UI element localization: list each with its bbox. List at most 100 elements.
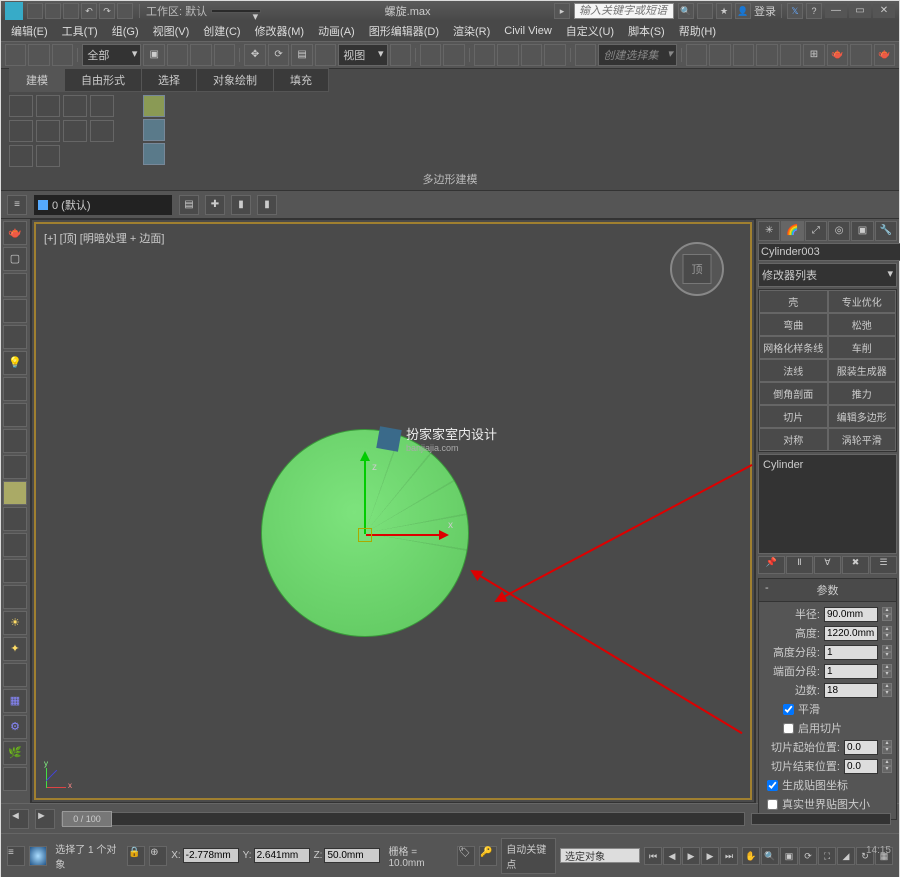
radius-down[interactable]: ▾ (882, 614, 892, 621)
menu-modifiers[interactable]: 修改器(M) (249, 21, 311, 41)
unique-icon[interactable]: ∀ (814, 556, 841, 574)
modifier-list-dropdown[interactable]: 修改器列表 (758, 263, 897, 287)
rib-border-icon[interactable] (63, 95, 87, 117)
align-icon[interactable] (709, 44, 730, 66)
select-region-icon[interactable] (190, 44, 211, 66)
layers-icon[interactable] (733, 44, 754, 66)
login-link[interactable]: 登录 (754, 3, 776, 19)
rib-hl3-icon[interactable] (143, 143, 165, 165)
render-icon[interactable]: 🫖 (874, 44, 895, 66)
window-crossing-icon[interactable] (214, 44, 235, 66)
height-input[interactable]: 1220.0mm (824, 626, 878, 641)
mod-normal[interactable]: 法线 (759, 359, 828, 382)
pin-stack-icon[interactable]: 📌 (758, 556, 785, 574)
grid-icon[interactable]: ▦ (3, 689, 27, 713)
rib-b10-icon[interactable] (36, 145, 60, 167)
slicefrom-input[interactable]: 0.0 (844, 740, 878, 755)
tag-icon[interactable]: 🏷 (457, 846, 475, 866)
rib-b7-icon[interactable] (63, 120, 87, 142)
menu-help[interactable]: 帮助(H) (673, 21, 722, 41)
menu-render[interactable]: 渲染(R) (447, 21, 496, 41)
tube-icon[interactable] (3, 325, 27, 349)
rib-b8-icon[interactable] (90, 120, 114, 142)
params-header[interactable]: 参数 (759, 579, 896, 602)
stack-cylinder[interactable]: Cylinder (761, 457, 894, 473)
timeline-next-icon[interactable]: ► (35, 809, 55, 829)
info-icon[interactable]: ▸ (554, 3, 570, 19)
snap-icon[interactable] (474, 44, 495, 66)
sides-up[interactable]: ▴ (882, 683, 892, 690)
pctsnap-icon[interactable] (521, 44, 542, 66)
search-icon[interactable]: 🔍 (678, 3, 694, 19)
cseg-input[interactable]: 1 (824, 664, 878, 679)
ribbon-tab-objectpaint[interactable]: 对象绘制 (196, 68, 274, 92)
foot-icon[interactable] (3, 767, 27, 791)
height-up[interactable]: ▴ (882, 626, 892, 633)
remove-mod-icon[interactable]: ✖ (842, 556, 869, 574)
area-icon[interactable] (3, 663, 27, 687)
menu-group[interactable]: 组(G) (106, 21, 145, 41)
rib-hl2-icon[interactable] (143, 119, 165, 141)
workspace-dropdown[interactable] (211, 9, 261, 13)
unlink-icon[interactable] (28, 44, 49, 66)
rib-poly-icon[interactable] (90, 95, 114, 117)
plane-icon[interactable] (3, 481, 27, 505)
prev-frame-icon[interactable]: ◀ (663, 847, 681, 865)
render-frame-icon[interactable] (850, 44, 871, 66)
curve-editor-icon[interactable] (756, 44, 777, 66)
hseg-up[interactable]: ▴ (882, 645, 892, 652)
manip-icon[interactable] (420, 44, 441, 66)
next-frame-icon[interactable]: ▶ (701, 847, 719, 865)
mod-meshspline[interactable]: 网格化样条线 (759, 336, 828, 359)
close-button[interactable]: ✕ (873, 4, 895, 18)
layer-b-icon[interactable]: ▮ (257, 195, 277, 215)
mod-relax[interactable]: 松弛 (828, 313, 897, 336)
rib-hl1-icon[interactable] (143, 95, 165, 117)
menu-customize[interactable]: 自定义(U) (560, 21, 620, 41)
spark-icon[interactable]: ✦ (3, 637, 27, 661)
redo-icon[interactable]: ↷ (99, 3, 115, 19)
time-thumb[interactable]: 0 / 100 (62, 811, 112, 827)
move-icon[interactable]: ✥ (244, 44, 265, 66)
add-icon[interactable]: ✚ (205, 195, 225, 215)
layermgr-icon[interactable]: ▤ (179, 195, 199, 215)
maximize-icon[interactable]: ⛶ (818, 847, 836, 865)
configure-icon[interactable]: ☰ (870, 556, 897, 574)
rib-element-icon[interactable] (9, 120, 33, 142)
selection-filter-dropdown[interactable]: 全部 (82, 44, 141, 66)
refcoord-dropdown[interactable]: 视图 (338, 44, 387, 66)
tab-modify-icon[interactable]: 🌈 (781, 221, 803, 241)
gizmo-x-axis[interactable] (366, 534, 446, 536)
scale-icon[interactable]: ▤ (291, 44, 312, 66)
keyboard-icon[interactable] (443, 44, 464, 66)
realuv-checkbox[interactable] (767, 799, 778, 810)
time-slider[interactable]: 0 / 100 (61, 812, 745, 826)
hseg-down[interactable]: ▾ (882, 652, 892, 659)
gizmo-z-axis[interactable] (364, 454, 366, 534)
autokey-button[interactable]: 自动关键点 (501, 838, 556, 874)
named-selset-dropdown[interactable]: 创建选择集 (598, 44, 676, 66)
mod-symmetry[interactable]: 对称 (759, 428, 828, 451)
editnamedselsets-icon[interactable] (575, 44, 596, 66)
mod-editpoly[interactable]: 编辑多边形 (828, 405, 897, 428)
restore-button[interactable]: ▭ (849, 4, 871, 18)
cseg-down[interactable]: ▾ (882, 671, 892, 678)
layer-dropdown[interactable]: 0 (默认) (33, 194, 173, 216)
new-icon[interactable] (27, 3, 43, 19)
sides-input[interactable]: 18 (824, 683, 878, 698)
show-end-icon[interactable]: Ⅱ (786, 556, 813, 574)
cone-icon[interactable] (3, 273, 27, 297)
menu-script[interactable]: 脚本(S) (622, 21, 671, 41)
orbit-icon[interactable]: ⟳ (799, 847, 817, 865)
link-icon[interactable] (117, 3, 133, 19)
material-editor-icon[interactable]: ⊞ (803, 44, 824, 66)
box-icon[interactable]: ▢ (3, 247, 27, 271)
tab-hierarchy-icon[interactable]: ⤢ (805, 221, 827, 241)
key-icon[interactable]: 🔑 (479, 846, 497, 866)
rib-b9-icon[interactable] (9, 145, 33, 167)
timeline-scrollbar[interactable] (751, 813, 891, 825)
mod-lathe[interactable]: 车削 (828, 336, 897, 359)
goto-end-icon[interactable]: ⏭ (720, 847, 738, 865)
modifier-stack[interactable]: Cylinder (758, 454, 897, 554)
ribbon-tab-populate[interactable]: 填充 (273, 68, 329, 92)
